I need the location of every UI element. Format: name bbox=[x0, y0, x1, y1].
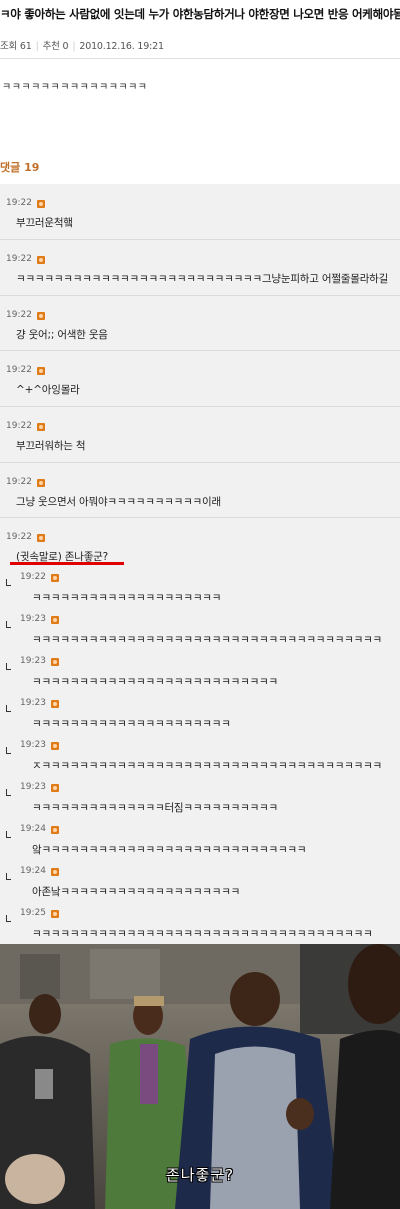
meta-separator: | bbox=[72, 41, 76, 52]
author-badge-icon bbox=[51, 658, 59, 666]
reply-time: 19:22 bbox=[20, 572, 46, 582]
comment-time: 19:22 bbox=[6, 310, 32, 320]
reply-item: 19:23 ㅋㅋㅋㅋㅋㅋㅋㅋㅋㅋㅋㅋㅋㅋㅋㅋㅋㅋㅋㅋㅋ bbox=[0, 692, 400, 734]
reply-time: 19:24 bbox=[20, 866, 46, 876]
author-badge-icon bbox=[51, 784, 59, 792]
author-badge-icon bbox=[51, 700, 59, 708]
reply-time: 19:23 bbox=[20, 656, 46, 666]
author-badge-icon bbox=[51, 868, 59, 876]
reply-text: ㅋㅋㅋㅋㅋㅋㅋㅋㅋㅋㅋㅋㅋㅋㅋㅋㅋㅋㅋㅋㅋㅋㅋㅋㅋㅋㅋㅋㅋㅋㅋㅋㅋㅋㅋㅋㅋ bbox=[32, 634, 383, 646]
reply-time: 19:23 bbox=[20, 698, 46, 708]
recommend-count: 추천 0 bbox=[42, 41, 69, 52]
comment-time: 19:22 bbox=[6, 198, 32, 208]
reply-arrow-icon bbox=[6, 873, 11, 880]
reply-text: ㅋㅋㅋㅋㅋㅋㅋㅋㅋㅋㅋㅋㅋㅋㅋㅋㅋㅋㅋㅋㅋㅋㅋㅋㅋㅋ bbox=[32, 676, 278, 688]
post-title: ㅋ야 좋아하는 사람없에 잇는데 누가 야한농담하거나 야한장면 나오면 반응 … bbox=[0, 7, 400, 21]
post-date: 2010.12.16. 19:21 bbox=[79, 41, 164, 52]
author-badge-icon bbox=[37, 367, 45, 375]
reply-time: 19:25 bbox=[20, 908, 46, 918]
comment-text: 부끄러워하는 척 bbox=[16, 440, 86, 452]
reply-item: 19:25 ㅋㅋㅋㅋㅋㅋㅋㅋㅋㅋㅋㅋㅋㅋㅋㅋㅋㅋㅋㅋㅋㅋㅋㅋㅋㅋㅋㅋㅋㅋㅋㅋㅋㅋ… bbox=[0, 902, 400, 944]
comment-count-header[interactable]: 댓글 19 bbox=[0, 159, 39, 175]
reply-time: 19:23 bbox=[20, 614, 46, 624]
reply-item: 19:23 ㅋㅋㅋㅋㅋㅋㅋㅋㅋㅋㅋㅋㅋㅋㅋㅋㅋㅋㅋㅋㅋㅋㅋㅋㅋㅋㅋㅋㅋㅋㅋㅋㅋㅋ… bbox=[0, 608, 400, 650]
reply-arrow-icon bbox=[6, 621, 11, 628]
views-count: 조회 61 bbox=[0, 41, 32, 52]
reply-item: 19:24 앜ㅋㅋㅋㅋㅋㅋㅋㅋㅋㅋㅋㅋㅋㅋㅋㅋㅋㅋㅋㅋㅋㅋㅋㅋㅋㅋㅋㅋ bbox=[0, 818, 400, 860]
comment-time: 19:22 bbox=[6, 365, 32, 375]
reply-text: ㅋㅋㅋㅋㅋㅋㅋㅋㅋㅋㅋㅋㅋㅋㅋㅋㅋㅋㅋㅋ bbox=[32, 592, 222, 604]
meta-separator: | bbox=[35, 41, 39, 52]
author-badge-icon bbox=[37, 534, 45, 542]
comment-item: 19:22 ㅋㅋㅋㅋㅋㅋㅋㅋㅋㅋㅋㅋㅋㅋㅋㅋㅋㅋㅋㅋㅋㅋㅋㅋㅋㅋ그냥눈피하고 어… bbox=[0, 240, 400, 296]
author-badge-icon bbox=[51, 826, 59, 834]
comment-text: ㅋㅋㅋㅋㅋㅋㅋㅋㅋㅋㅋㅋㅋㅋㅋㅋㅋㅋㅋㅋㅋㅋㅋㅋㅋㅋ그냥눈피하고 어쩔줄몰라하길 bbox=[16, 273, 389, 285]
comment-time: 19:22 bbox=[6, 254, 32, 264]
reply-item: 19:24 아존낰ㅋㅋㅋㅋㅋㅋㅋㅋㅋㅋㅋㅋㅋㅋㅋㅋㅋㅋㅋ bbox=[0, 860, 400, 902]
author-badge-icon bbox=[51, 616, 59, 624]
comment-item: 19:22 (귓속말로) 존나좋군? bbox=[0, 518, 400, 566]
reply-item: 19:22 ㅋㅋㅋㅋㅋㅋㅋㅋㅋㅋㅋㅋㅋㅋㅋㅋㅋㅋㅋㅋ bbox=[0, 566, 400, 608]
reply-item: 19:23 ㅋㅋㅋㅋㅋㅋㅋㅋㅋㅋㅋㅋㅋㅋㅋㅋㅋㅋㅋㅋㅋㅋㅋㅋㅋㅋ bbox=[0, 650, 400, 692]
author-badge-icon bbox=[51, 910, 59, 918]
reply-time: 19:23 bbox=[20, 782, 46, 792]
reply-arrow-icon bbox=[6, 831, 11, 838]
author-badge-icon bbox=[51, 574, 59, 582]
author-badge-icon bbox=[37, 312, 45, 320]
reply-text: ㅋㅋㅋㅋㅋㅋㅋㅋㅋㅋㅋㅋㅋㅋ터짐ㅋㅋㅋㅋㅋㅋㅋㅋㅋㅋ bbox=[32, 802, 278, 814]
comment-text: 부끄러운척햌 bbox=[16, 217, 73, 229]
author-badge-icon bbox=[37, 479, 45, 487]
comment-time: 19:22 bbox=[6, 421, 32, 431]
reply-arrow-icon bbox=[6, 705, 11, 712]
reply-arrow-icon bbox=[6, 579, 11, 586]
reply-text: ㅋㅋㅋㅋㅋㅋㅋㅋㅋㅋㅋㅋㅋㅋㅋㅋㅋㅋㅋㅋㅋ bbox=[32, 718, 231, 730]
comment-time: 19:22 bbox=[6, 532, 32, 542]
reply-arrow-icon bbox=[6, 663, 11, 670]
reply-text: 앜ㅋㅋㅋㅋㅋㅋㅋㅋㅋㅋㅋㅋㅋㅋㅋㅋㅋㅋㅋㅋㅋㅋㅋㅋㅋㅋㅋㅋ bbox=[32, 844, 307, 856]
movie-subtitle: 존나좋군? bbox=[165, 1166, 235, 1184]
author-badge-icon bbox=[37, 200, 45, 208]
post-body: ㅋㅋㅋㅋㅋㅋㅋㅋㅋㅋㅋㅋㅋㅋㅋ bbox=[2, 82, 148, 93]
reply-arrow-icon bbox=[6, 789, 11, 796]
reply-arrow-icon bbox=[6, 747, 11, 754]
comment-item: 19:22 ^+^아잉몰라 bbox=[0, 351, 400, 407]
reply-time: 19:24 bbox=[20, 824, 46, 834]
author-badge-icon bbox=[37, 423, 45, 431]
author-badge-icon bbox=[51, 742, 59, 750]
author-badge-icon bbox=[37, 256, 45, 264]
comment-time: 19:22 bbox=[6, 477, 32, 487]
comment-text: 걍 웃어;; 어색한 웃음 bbox=[16, 329, 108, 341]
comment-item: 19:22 그냥 웃으면서 아뭐야ㅋㅋㅋㅋㅋㅋㅋㅋㅋㅋ이래 bbox=[0, 463, 400, 518]
red-underline-annotation bbox=[10, 562, 124, 565]
comment-item: 19:22 걍 웃어;; 어색한 웃음 bbox=[0, 296, 400, 351]
reply-item: 19:23 ㅈㅋㅋㅋㅋㅋㅋㅋㅋㅋㅋㅋㅋㅋㅋㅋㅋㅋㅋㅋㅋㅋㅋㅋㅋㅋㅋㅋㅋㅋㅋㅋㅋㅋ… bbox=[0, 734, 400, 776]
reply-text: ㅋㅋㅋㅋㅋㅋㅋㅋㅋㅋㅋㅋㅋㅋㅋㅋㅋㅋㅋㅋㅋㅋㅋㅋㅋㅋㅋㅋㅋㅋㅋㅋㅋㅋㅋㅋ bbox=[32, 928, 373, 940]
comment-item: 19:22 부끄러워하는 척 bbox=[0, 407, 400, 463]
comment-item: 19:22 부끄러운척햌 bbox=[0, 184, 400, 240]
comment-text: 그냥 웃으면서 아뭐야ㅋㅋㅋㅋㅋㅋㅋㅋㅋㅋ이래 bbox=[16, 496, 221, 508]
meta-divider bbox=[0, 58, 400, 59]
comment-text: ^+^아잉몰라 bbox=[16, 384, 80, 396]
reply-text: ㅈㅋㅋㅋㅋㅋㅋㅋㅋㅋㅋㅋㅋㅋㅋㅋㅋㅋㅋㅋㅋㅋㅋㅋㅋㅋㅋㅋㅋㅋㅋㅋㅋㅋㅋㅋㅋ bbox=[32, 760, 383, 772]
reply-item: 19:23 ㅋㅋㅋㅋㅋㅋㅋㅋㅋㅋㅋㅋㅋㅋ터짐ㅋㅋㅋㅋㅋㅋㅋㅋㅋㅋ bbox=[0, 776, 400, 818]
reply-time: 19:23 bbox=[20, 740, 46, 750]
post-meta: 조회 61 | 추천 0 | 2010.12.16. 19:21 bbox=[0, 38, 400, 52]
reply-arrow-icon bbox=[6, 915, 11, 922]
reply-text: 아존낰ㅋㅋㅋㅋㅋㅋㅋㅋㅋㅋㅋㅋㅋㅋㅋㅋㅋㅋㅋ bbox=[32, 886, 241, 898]
